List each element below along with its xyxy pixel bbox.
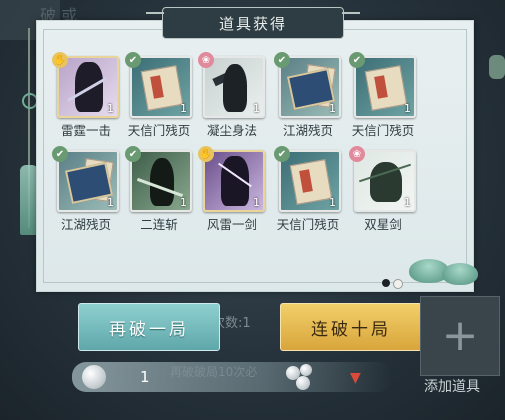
pearl-cluster-icon	[300, 364, 312, 376]
item-label: 双星剑	[364, 217, 402, 232]
rarity-badge-icon: ✔	[274, 52, 290, 68]
item-card[interactable]: 1	[354, 56, 416, 118]
item-card[interactable]: 1	[354, 150, 416, 212]
add-item-label: 添加道具	[424, 379, 480, 395]
item-card[interactable]: 1	[57, 150, 119, 212]
item-count: 1	[180, 196, 187, 209]
item-count: 1	[329, 102, 336, 115]
item-count: 1	[404, 102, 411, 115]
reward-item[interactable]: 1 ✔ 江湖残页	[52, 146, 119, 232]
item-label: 天信门残页	[276, 217, 340, 232]
reward-item[interactable]: 1 ✋ 雷霆一击	[52, 52, 119, 138]
rarity-badge-icon: ❀	[198, 52, 214, 68]
item-label: 凝尘身法	[206, 123, 257, 138]
item-card[interactable]: 1	[130, 56, 192, 118]
plus-icon: +	[441, 310, 479, 361]
rarity-badge-icon: ❀	[349, 146, 365, 162]
item-label: 江湖残页	[60, 217, 111, 232]
item-card[interactable]: 1	[279, 56, 341, 118]
reward-item[interactable]: 1 ❀ 凝尘身法	[198, 52, 265, 138]
rarity-badge-icon: ✋	[52, 52, 68, 68]
item-count: 1	[253, 196, 260, 209]
title-flourish-right	[342, 12, 360, 20]
item-label: 雷霆一击	[60, 123, 111, 138]
go-stone-icon	[393, 279, 403, 289]
reward-item[interactable]: 1 ✔ 天信门残页	[349, 52, 416, 138]
item-count: 1	[107, 196, 114, 209]
location-pin-icon: ▼	[350, 370, 361, 386]
pearl-count: 1	[140, 368, 150, 386]
item-label: 二连斩	[140, 217, 178, 232]
item-card[interactable]: 1	[203, 150, 265, 212]
guarantee-hint: 再破破局10次必	[170, 365, 258, 379]
reward-item[interactable]: 1 ✔ 江湖残页	[274, 52, 341, 138]
tea-bowl-icon	[442, 263, 478, 285]
title-flourish-left	[146, 12, 164, 20]
item-label: 江湖残页	[282, 123, 333, 138]
pearl-icon	[82, 365, 106, 389]
background-ornament	[489, 55, 505, 79]
reward-item[interactable]: 1 ✋ 风雷一剑	[198, 146, 265, 232]
panel-title-banner: 道具获得	[162, 7, 344, 39]
reward-item[interactable]: 1 ✔ 天信门残页	[125, 52, 192, 138]
item-count: 1	[404, 196, 411, 209]
item-card[interactable]: 1	[279, 150, 341, 212]
panel-title: 道具获得	[218, 14, 287, 33]
item-count: 1	[180, 102, 187, 115]
rarity-badge-icon: ✔	[274, 146, 290, 162]
reward-item[interactable]: 1 ❀ 双星剑	[349, 146, 416, 232]
item-card[interactable]: 1	[203, 56, 265, 118]
reward-item[interactable]: 1 ✔ 天信门残页	[274, 146, 341, 232]
go-stone-icon	[382, 279, 390, 287]
pearl-cluster-icon	[296, 376, 310, 390]
retry-once-button[interactable]: 再破一局	[78, 303, 220, 351]
rarity-badge-icon: ✔	[125, 146, 141, 162]
retry-ten-button[interactable]: 连破十局	[280, 303, 422, 351]
item-card[interactable]: 1	[130, 150, 192, 212]
rarity-badge-icon: ✔	[125, 52, 141, 68]
item-label: 天信门残页	[127, 123, 191, 138]
reward-item[interactable]: 1 ✔ 二连斩	[125, 146, 192, 232]
add-item-button[interactable]: +	[420, 296, 500, 376]
item-count: 1	[329, 196, 336, 209]
rarity-badge-icon: ✔	[349, 52, 365, 68]
rarity-badge-icon: ✋	[198, 146, 214, 162]
item-card[interactable]: 1	[57, 56, 119, 118]
item-count: 1	[107, 102, 114, 115]
item-count: 1	[253, 102, 260, 115]
item-label: 风雷一剑	[206, 217, 257, 232]
item-label: 天信门残页	[351, 123, 415, 138]
rarity-badge-icon: ✔	[52, 146, 68, 162]
